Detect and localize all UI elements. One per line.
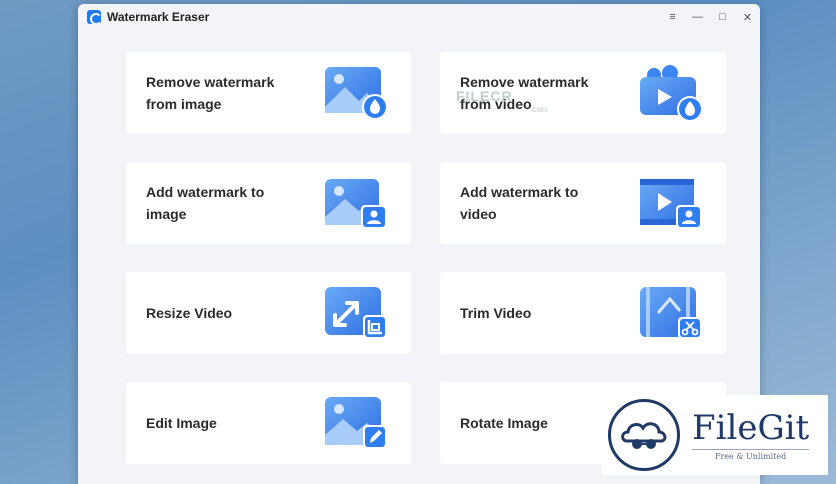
minimize-button[interactable]: — (685, 4, 710, 30)
video-portrait-icon (640, 179, 702, 229)
close-button[interactable]: ✕ (735, 4, 760, 30)
app-logo-icon (87, 10, 102, 25)
edit-image-card[interactable]: Edit Image (126, 382, 411, 464)
resize-video-card[interactable]: Resize Video (126, 272, 411, 354)
card-label: Trim Video (460, 305, 532, 321)
filegit-logo-icon (608, 399, 680, 471)
video-drop-icon (640, 65, 703, 122)
remove-watermark-image-card[interactable]: Remove watermark from image (126, 52, 411, 134)
card-label: Edit Image (146, 415, 217, 431)
card-label: Rotate Image (460, 415, 548, 431)
add-watermark-video-card[interactable]: Add watermark to video (440, 162, 726, 244)
filegit-text: FileGit Free & Unlimited (692, 408, 810, 461)
filecr-watermark-sub: .com (530, 105, 548, 114)
image-edit-icon (325, 397, 387, 449)
film-scissors-icon (640, 287, 702, 339)
trim-video-card[interactable]: Trim Video (440, 272, 726, 354)
maximize-button[interactable]: □ (710, 4, 735, 30)
card-label: Add watermark to image (146, 184, 265, 222)
card-label: Resize Video (146, 305, 233, 321)
card-label: Remove watermark from image (146, 74, 275, 112)
card-label: Add watermark to video (460, 184, 579, 222)
menu-button[interactable]: ≡ (660, 4, 685, 30)
image-drop-icon (325, 67, 388, 120)
image-portrait-icon (325, 179, 387, 229)
filegit-badge: FileGit Free & Unlimited (602, 395, 828, 475)
filegit-name: FileGit (692, 408, 810, 448)
filegit-tagline: Free & Unlimited (692, 449, 810, 461)
window-controls: ≡ — □ ✕ (660, 4, 760, 30)
title-bar: Watermark Eraser ≡ — □ ✕ (78, 4, 760, 30)
add-watermark-image-card[interactable]: Add watermark to image (126, 162, 411, 244)
app-title: Watermark Eraser (107, 10, 210, 24)
filecr-watermark: FILECR (456, 88, 513, 104)
resize-crop-icon (325, 287, 387, 339)
